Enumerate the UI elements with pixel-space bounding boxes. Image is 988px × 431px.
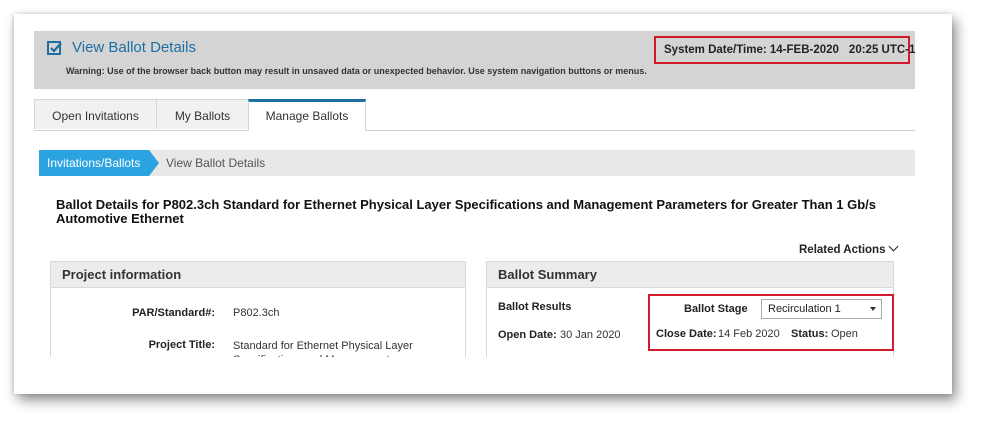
close-date-label: Close Date: xyxy=(656,328,717,340)
system-date-label: System Date/Time: 14-FEB-2020 xyxy=(664,44,839,56)
open-date-label: Open Date: xyxy=(498,329,557,341)
ballot-results-link[interactable]: Ballot Results xyxy=(498,301,571,313)
status-value: Open xyxy=(831,328,858,340)
system-datetime: System Date/Time: 14-FEB-2020 20:25 UTC-1… xyxy=(654,36,915,64)
open-date-value: 30 Jan 2020 xyxy=(560,329,621,341)
ballot-stage-value: Recirculation 1 xyxy=(768,303,841,315)
project-title-value: Standard for Ethernet Physical Layer Spe… xyxy=(233,340,413,357)
par-label: PAR/Standard#: xyxy=(132,307,215,319)
tab-bar: Open Invitations My Ballots Manage Ballo… xyxy=(34,99,915,131)
close-date-value: 14 Feb 2020 xyxy=(718,328,780,340)
page-title: View Ballot Details xyxy=(72,39,196,56)
ballot-summary-heading: Ballot Summary xyxy=(487,262,893,288)
system-time-value: 20:25 UTC-12 xyxy=(848,44,915,56)
dropdown-arrow-icon xyxy=(870,307,876,311)
project-info-heading: Project information xyxy=(51,262,465,288)
ballot-stage-select[interactable]: Recirculation 1 xyxy=(761,299,882,319)
project-info-panel: Project information PAR/Standard#: P802.… xyxy=(50,261,466,357)
app-window: View Ballot Details Warning: Use of the … xyxy=(34,31,915,357)
tab-manage-ballots[interactable]: Manage Ballots xyxy=(248,99,366,131)
warning-text: Warning: Use of the browser back button … xyxy=(66,66,647,76)
related-actions-menu[interactable]: Related Actions xyxy=(799,241,899,256)
related-actions-label: Related Actions xyxy=(799,244,886,256)
par-value: P802.3ch xyxy=(233,307,280,319)
tab-open-invitations[interactable]: Open Invitations xyxy=(34,99,157,129)
page-header: View Ballot Details Warning: Use of the … xyxy=(34,31,915,89)
tab-my-ballots[interactable]: My Ballots xyxy=(156,99,249,129)
breadcrumb-invitations[interactable]: Invitations/Ballots xyxy=(39,150,159,176)
breadcrumb: Invitations/Ballots View Ballot Details xyxy=(39,150,915,176)
ballot-title: Ballot Details for P802.3ch Standard for… xyxy=(56,197,876,226)
ballot-stage-label: Ballot Stage xyxy=(684,303,748,315)
chevron-down-icon xyxy=(889,241,899,252)
project-title-label: Project Title: xyxy=(148,339,215,351)
breadcrumb-current: View Ballot Details xyxy=(166,156,266,170)
status-label: Status: xyxy=(791,328,829,340)
checkbox-icon xyxy=(47,41,62,55)
